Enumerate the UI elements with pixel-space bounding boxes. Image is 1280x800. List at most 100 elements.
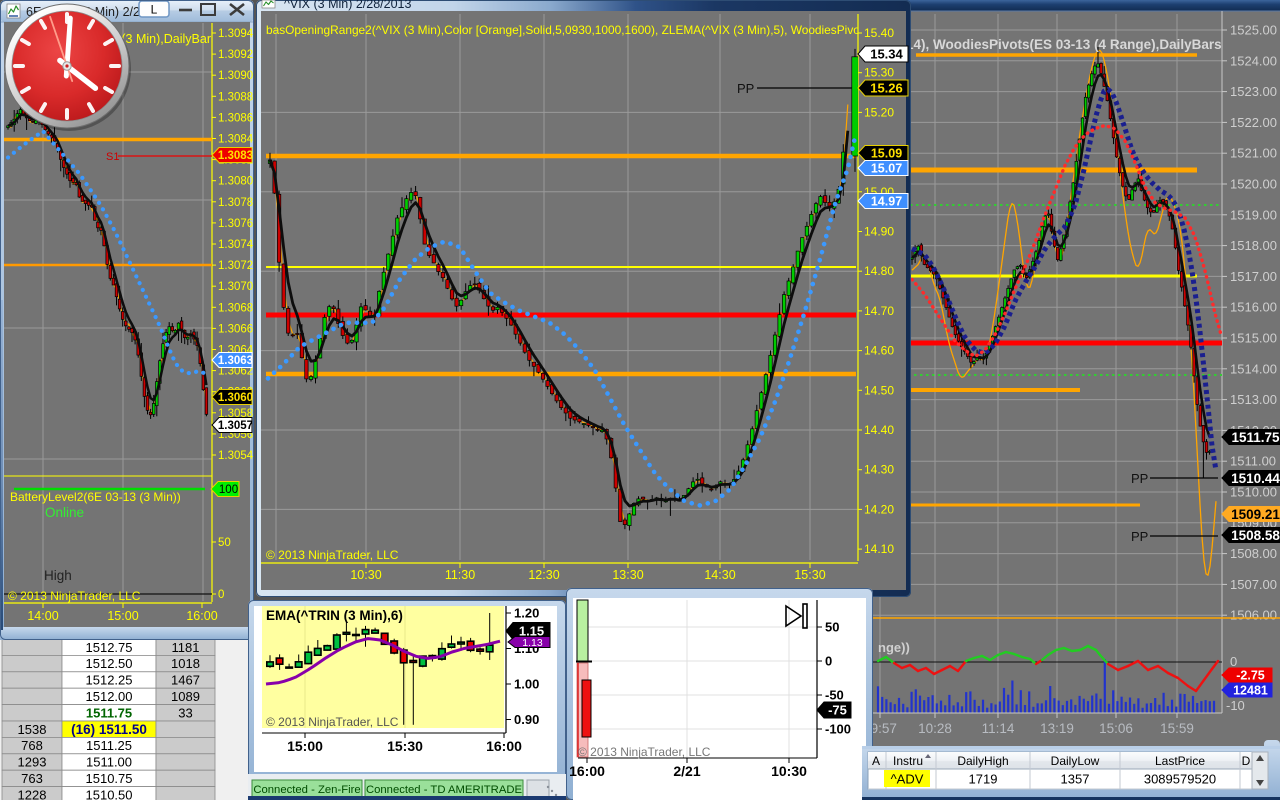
svg-text:1512.50: 1512.50	[86, 656, 133, 671]
svg-text:15.09: 15.09	[871, 147, 902, 161]
svg-text:BatteryLevel2(6E 03-13 (3 Min): BatteryLevel2(6E 03-13 (3 Min))	[10, 490, 181, 504]
svg-text:PP: PP	[1131, 529, 1148, 544]
svg-text:1719: 1719	[969, 772, 998, 787]
svg-text:14), WoodiesPivots(ES 03-13: 14), WoodiesPivots(ES 03-13 (4 Range),Da…	[906, 37, 1222, 52]
svg-text:15.40: 15.40	[864, 26, 894, 40]
svg-text:0.90: 0.90	[514, 712, 539, 727]
svg-text:0: 0	[218, 589, 224, 601]
svg-text:11:14: 11:14	[982, 721, 1015, 736]
svg-text:33: 33	[178, 705, 192, 720]
svg-text:1520.00: 1520.00	[1230, 177, 1277, 192]
svg-text:LastPrice: LastPrice	[1155, 754, 1205, 768]
svg-text:DailyLow: DailyLow	[1051, 754, 1100, 768]
svg-text:^ADV: ^ADV	[891, 772, 924, 787]
svg-text:1293: 1293	[18, 755, 47, 770]
svg-text:15:30: 15:30	[794, 568, 825, 582]
svg-text:1512.75: 1512.75	[86, 640, 133, 655]
svg-text:1.00: 1.00	[514, 677, 539, 692]
svg-text:14.60: 14.60	[864, 344, 894, 358]
svg-text:1506.00: 1506.00	[1230, 608, 1277, 623]
svg-text:PP: PP	[1131, 471, 1148, 486]
svg-text:EMA(^TRIN (3 Min),6): EMA(^TRIN (3 Min),6)	[266, 608, 403, 623]
svg-text:50: 50	[218, 537, 231, 549]
svg-text:DailyHigh: DailyHigh	[957, 754, 1008, 768]
svg-text:1521.00: 1521.00	[1230, 146, 1277, 161]
svg-text:^VIX (3 Min) 2/28/2013: ^VIX (3 Min) 2/28/2013	[284, 0, 412, 11]
svg-text:1515.00: 1515.00	[1230, 331, 1277, 346]
svg-text:© 2013 NinjaTrader, LLC: © 2013 NinjaTrader, LLC	[266, 548, 399, 562]
svg-text:© 2013 NinjaTrader, LLC: © 2013 NinjaTrader, LLC	[8, 589, 141, 603]
svg-text:1.3074: 1.3074	[218, 239, 254, 251]
svg-text:1513.00: 1513.00	[1230, 392, 1277, 407]
svg-text:1512.25: 1512.25	[86, 673, 133, 688]
svg-text:15:06: 15:06	[1099, 721, 1133, 736]
svg-text:14.40: 14.40	[864, 423, 894, 437]
svg-text:© 2013 NinjaTrader, LLC: © 2013 NinjaTrader, LLC	[578, 745, 711, 759]
svg-text:1.3094: 1.3094	[218, 28, 254, 40]
svg-text:14.30: 14.30	[864, 463, 894, 477]
svg-text:Instru: Instru	[893, 754, 923, 768]
svg-text:10:30: 10:30	[350, 568, 381, 582]
svg-text:1510.75: 1510.75	[86, 771, 133, 786]
svg-text:1.3090: 1.3090	[218, 70, 253, 82]
svg-text:-100: -100	[825, 722, 851, 737]
svg-text:A: A	[872, 754, 880, 768]
svg-text:(16) 1511.50: (16) 1511.50	[71, 722, 147, 737]
svg-text:1511.00: 1511.00	[86, 755, 132, 770]
svg-text:10:30: 10:30	[771, 763, 807, 779]
svg-text:15.30: 15.30	[864, 66, 894, 80]
svg-text:12:30: 12:30	[528, 568, 559, 582]
svg-text:1511.00: 1511.00	[1230, 454, 1276, 469]
svg-text:D: D	[1242, 754, 1251, 768]
svg-text:1516.00: 1516.00	[1230, 300, 1277, 315]
svg-text:14.10: 14.10	[864, 542, 894, 556]
svg-text:1510.00: 1510.00	[1230, 485, 1277, 500]
svg-text:15:30: 15:30	[387, 738, 423, 754]
svg-text:1522.00: 1522.00	[1230, 115, 1277, 130]
svg-text:1524.00: 1524.00	[1230, 53, 1277, 68]
svg-text:1357: 1357	[1061, 772, 1090, 787]
svg-text:16:00: 16:00	[569, 763, 605, 779]
svg-text:1509.21: 1509.21	[1231, 507, 1280, 522]
svg-text:Connected - Zen-Fire: Connected - Zen-Fire	[253, 784, 360, 796]
svg-text:1514.00: 1514.00	[1230, 361, 1277, 376]
svg-text:15:00: 15:00	[287, 738, 323, 754]
svg-text:Connected - TD AMERITRADE: Connected - TD AMERITRADE	[366, 784, 523, 796]
svg-text:1.13: 1.13	[522, 637, 543, 649]
svg-text:1.3076: 1.3076	[218, 218, 253, 230]
svg-text:15.07: 15.07	[871, 162, 902, 176]
svg-text:16:00: 16:00	[486, 738, 522, 754]
svg-text:1507.00: 1507.00	[1230, 577, 1277, 592]
svg-text:1510.50: 1510.50	[86, 787, 133, 800]
svg-text:14:00: 14:00	[27, 609, 58, 623]
svg-text:14.97: 14.97	[871, 195, 902, 209]
svg-text:S1: S1	[106, 151, 119, 163]
svg-text:16:00: 16:00	[186, 609, 217, 623]
svg-text:-2.75: -2.75	[1236, 669, 1265, 683]
svg-text:1.3078: 1.3078	[218, 197, 253, 209]
svg-text:1.3072: 1.3072	[218, 260, 253, 272]
svg-text:1508.58: 1508.58	[1231, 528, 1280, 543]
svg-text:11:30: 11:30	[445, 568, 475, 582]
svg-text:© 2013 NinjaTrader, LLC: © 2013 NinjaTrader, LLC	[266, 715, 399, 729]
svg-text:1511.75: 1511.75	[1231, 430, 1280, 445]
svg-text:15.20: 15.20	[864, 105, 894, 119]
svg-text:0: 0	[825, 654, 832, 669]
svg-text:1510.44: 1510.44	[1231, 471, 1280, 486]
svg-text:1518.00: 1518.00	[1230, 238, 1277, 253]
svg-text:1.3070: 1.3070	[218, 281, 253, 293]
svg-text:1.3086: 1.3086	[218, 112, 253, 124]
svg-text:2/21: 2/21	[673, 763, 700, 779]
svg-text:-50: -50	[825, 688, 844, 703]
svg-text:1519.00: 1519.00	[1230, 207, 1277, 222]
svg-text:15:59: 15:59	[1160, 721, 1194, 736]
svg-text:1.3084: 1.3084	[218, 134, 254, 146]
svg-text:1.3057: 1.3057	[218, 420, 253, 432]
svg-text:14.70: 14.70	[864, 304, 894, 318]
svg-text:12481: 12481	[1233, 684, 1268, 698]
svg-text:15.34: 15.34	[870, 47, 903, 62]
svg-text:0: 0	[1230, 654, 1237, 669]
svg-text:1.3080: 1.3080	[218, 176, 253, 188]
svg-text:PP: PP	[737, 81, 754, 96]
svg-text:1508.00: 1508.00	[1230, 546, 1277, 561]
